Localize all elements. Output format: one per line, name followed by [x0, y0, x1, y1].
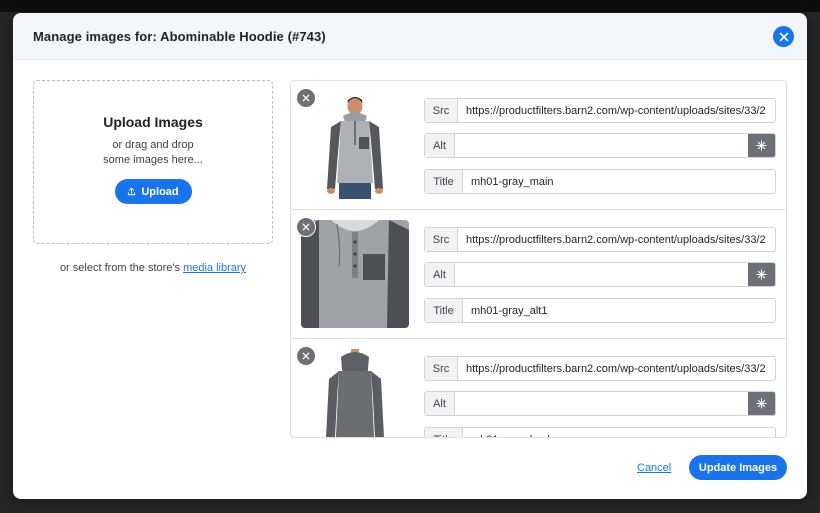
title-field[interactable]: Title mh01-gray_alt1: [424, 298, 776, 323]
alt-field[interactable]: Alt: [424, 262, 776, 287]
title-label: Title: [425, 299, 463, 322]
update-images-button[interactable]: Update Images: [689, 455, 787, 480]
uploader-column: Upload Images or drag and drop some imag…: [33, 80, 273, 274]
modal-header: Manage images for: Abominable Hoodie (#7…: [13, 13, 807, 60]
alt-label: Alt: [425, 392, 455, 415]
src-field[interactable]: Src https://productfilters.barn2.com/wp-…: [424, 356, 776, 381]
dropzone-text: or drag and drop some images here...: [103, 139, 203, 166]
upload-dropzone[interactable]: Upload Images or drag and drop some imag…: [33, 80, 273, 244]
alt-input[interactable]: [455, 134, 748, 157]
title-input[interactable]: mh01-gray_alt1: [463, 299, 775, 322]
alt-field[interactable]: Alt: [424, 391, 776, 416]
src-input[interactable]: https://productfilters.barn2.com/wp-cont…: [458, 228, 775, 251]
title-label: Title: [425, 170, 463, 193]
image-row: Src https://productfilters.barn2.com/wp-…: [291, 210, 786, 339]
src-label: Src: [425, 228, 458, 251]
src-field[interactable]: Src https://productfilters.barn2.com/wp-…: [424, 227, 776, 252]
close-button[interactable]: [773, 26, 794, 47]
upload-icon: [128, 187, 136, 196]
src-input[interactable]: https://productfilters.barn2.com/wp-cont…: [458, 99, 775, 122]
alt-field[interactable]: Alt: [424, 133, 776, 158]
hoodie-back-thumbnail: [301, 349, 409, 437]
generate-alt-button[interactable]: [748, 392, 775, 415]
sparkle-icon: [756, 140, 767, 151]
media-library-line: or select from the store's media library: [33, 262, 273, 274]
src-field[interactable]: Src https://productfilters.barn2.com/wp-…: [424, 98, 776, 123]
title-field[interactable]: Title mh01-gray_back: [424, 427, 776, 438]
images-list[interactable]: Src https://productfilters.barn2.com/wp-…: [290, 80, 787, 438]
alt-input[interactable]: [455, 263, 748, 286]
title-label: Title: [425, 428, 463, 437]
remove-icon: [302, 223, 310, 231]
remove-image-button[interactable]: [296, 346, 316, 366]
hoodie-closeup-image: [301, 220, 409, 328]
close-icon: [779, 32, 788, 41]
dropzone-title: Upload Images: [103, 114, 203, 130]
remove-icon: [302, 352, 310, 360]
upload-button-label: Upload: [141, 185, 179, 198]
generate-alt-button[interactable]: [748, 134, 775, 157]
generate-alt-button[interactable]: [748, 263, 775, 286]
sparkle-icon: [756, 269, 767, 280]
title-input[interactable]: mh01-gray_main: [463, 170, 775, 193]
upload-button[interactable]: Upload: [114, 179, 192, 204]
alt-input[interactable]: [455, 392, 748, 415]
remove-image-button[interactable]: [296, 217, 316, 237]
hoodie-front-image: [301, 91, 409, 199]
cancel-link[interactable]: Cancel: [637, 462, 671, 474]
src-input[interactable]: https://productfilters.barn2.com/wp-cont…: [458, 357, 775, 380]
remove-image-button[interactable]: [296, 88, 316, 108]
media-library-link[interactable]: media library: [183, 262, 246, 274]
hoodie-back-image: [301, 349, 409, 437]
title-field[interactable]: Title mh01-gray_main: [424, 169, 776, 194]
sparkle-icon: [756, 398, 767, 409]
modal-title: Manage images for: Abominable Hoodie (#7…: [33, 28, 326, 44]
remove-icon: [302, 94, 310, 102]
src-label: Src: [425, 99, 458, 122]
modal-footer: Cancel Update Images: [13, 454, 807, 484]
alt-label: Alt: [425, 134, 455, 157]
hoodie-closeup-thumbnail: [301, 220, 409, 328]
backdrop-top-bar: [0, 0, 820, 12]
hoodie-front-thumbnail: [301, 91, 409, 199]
media-library-prefix: or select from the store's: [59, 262, 184, 274]
image-row: Src https://productfilters.barn2.com/wp-…: [291, 339, 786, 438]
title-input[interactable]: mh01-gray_back: [463, 428, 775, 438]
manage-images-modal: Manage images for: Abominable Hoodie (#7…: [13, 13, 807, 499]
image-row: Src https://productfilters.barn2.com/wp-…: [291, 81, 786, 210]
alt-label: Alt: [425, 263, 455, 286]
src-label: Src: [425, 357, 458, 380]
